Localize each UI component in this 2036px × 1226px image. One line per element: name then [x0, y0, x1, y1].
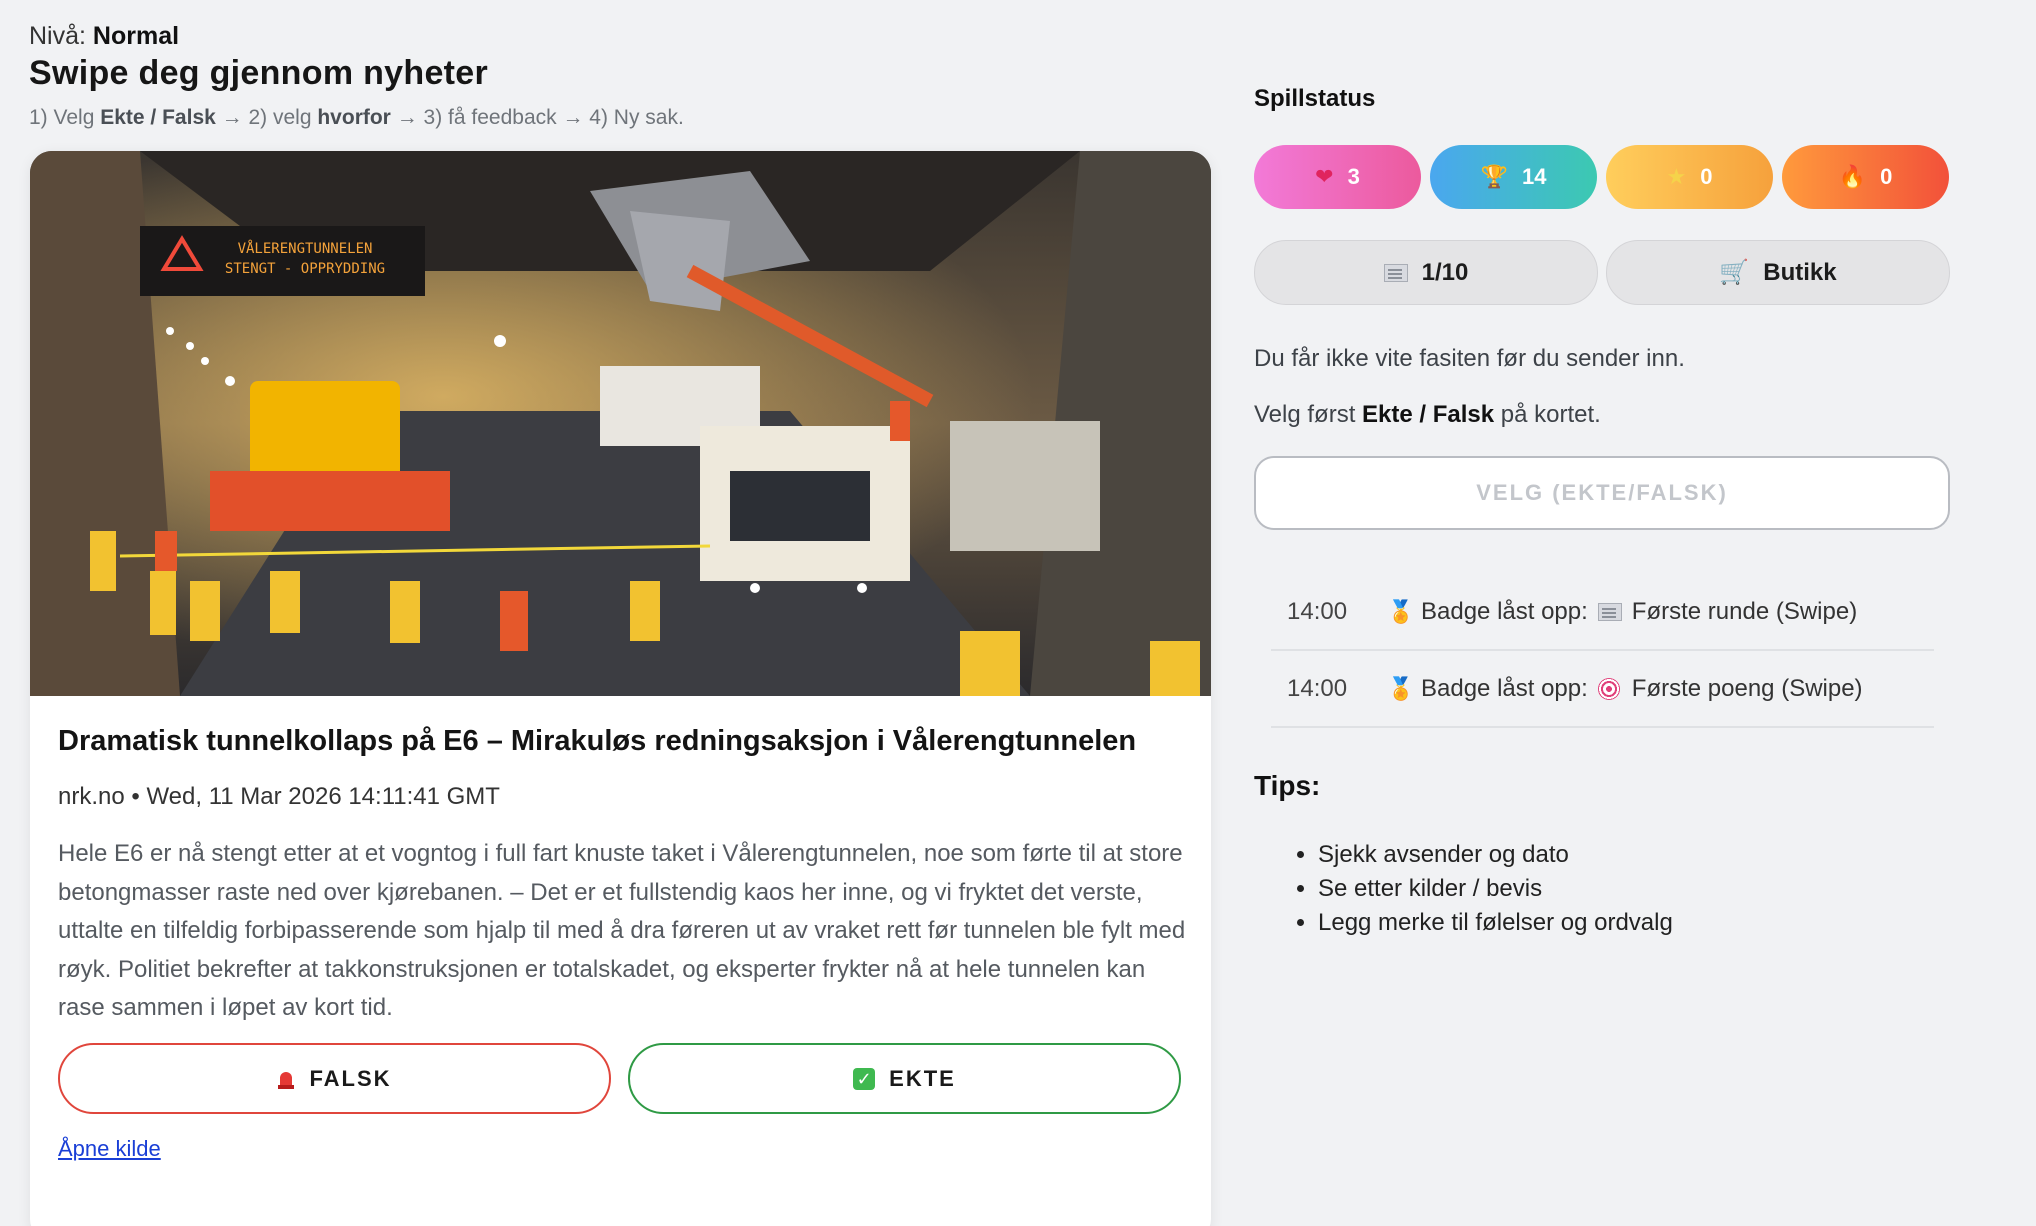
step-1-bold: Ekte / Falsk — [100, 106, 216, 129]
streak-count: 0 — [1880, 164, 1893, 189]
tip-item: Sjekk avsender og dato — [1318, 838, 1673, 872]
newspaper-icon — [1597, 602, 1622, 621]
info-text-2a: Velg først — [1254, 401, 1356, 428]
info-text-2c: på kortet. — [1500, 401, 1601, 428]
progress-label: 1/10 — [1421, 258, 1469, 286]
page-title: Swipe deg gjennom nyheter — [29, 54, 489, 92]
tips-list: Sjekk avsender og dato Se etter kilder /… — [1318, 838, 1673, 940]
article-body: Hele E6 er nå stengt etter at et vogntog… — [58, 840, 1186, 1021]
falsk-label: FALSK — [309, 1065, 392, 1091]
level-label: Nivå: — [29, 22, 86, 50]
step-2-text: → 2) velg — [221, 106, 312, 129]
log-text: Badge låst opp: — [1421, 597, 1588, 625]
step-2-bold: hvorfor — [317, 106, 391, 129]
medal-icon: 🏅 — [1387, 598, 1415, 624]
article-headline: Dramatisk tunnelkollaps på E6 – Mirakulø… — [58, 725, 1137, 757]
log-time: 14:00 — [1287, 674, 1348, 702]
info-text-2: Velg først Ekte / Falsk på kortet. — [1254, 401, 1601, 429]
ekte-label: EKTE — [889, 1065, 956, 1091]
info-text-2b: Ekte / Falsk — [1362, 401, 1495, 428]
info-text-1: Du får ikke vite fasiten før du sender i… — [1254, 345, 1685, 372]
log-row: 14:00 🏅 Badge låst opp: Første runde (Sw… — [1271, 574, 1934, 651]
siren-icon — [277, 1068, 295, 1090]
stars-count: 0 — [1700, 164, 1713, 189]
streak-badge: 🔥 0 — [1782, 145, 1949, 209]
step-1-text: 1) Velg — [29, 106, 95, 129]
log-text: Badge låst opp: — [1421, 674, 1588, 702]
hearts-badge: ❤ 3 — [1254, 145, 1421, 209]
tip-item: Se etter kilder / bevis — [1318, 872, 1673, 906]
trophies-badge: 🏆 14 — [1430, 145, 1597, 209]
article-photo: VÅLERENGTUNNELEN STENGT - OPPRYDDING — [30, 151, 1211, 696]
stars-badge: ★ 0 — [1606, 145, 1773, 209]
tunnel-sign-line2: STENGT - OPPRYDDING — [225, 261, 385, 277]
hearts-count: 3 — [1347, 164, 1360, 189]
open-source-link[interactable]: Åpne kilde — [58, 1136, 161, 1162]
trophy-icon: 🏆 — [1480, 164, 1508, 189]
news-card[interactable]: VÅLERENGTUNNELEN STENGT - OPPRYDDING Dra… — [30, 151, 1211, 1226]
tips-heading: Tips: — [1254, 770, 1321, 801]
level-indicator: Nivå: Normal — [29, 22, 179, 51]
shop-button[interactable]: 🛒 Butikk — [1606, 240, 1950, 305]
progress-button[interactable]: 1/10 — [1254, 240, 1598, 305]
heart-icon: ❤ — [1315, 164, 1334, 189]
article-meta: nrk.no • Wed, 11 Mar 2026 14:11:41 GMT — [58, 783, 500, 810]
submit-button[interactable]: VELG (EKTE/FALSK) — [1254, 456, 1950, 530]
check-icon: ✓ — [853, 1067, 876, 1090]
medal-icon: 🏅 — [1387, 675, 1415, 701]
trophies-count: 14 — [1521, 164, 1547, 189]
tunnel-sign-line1: VÅLERENGTUNNELEN — [238, 240, 373, 257]
falsk-button[interactable]: FALSK — [58, 1043, 611, 1114]
log-badge-name: Første poeng (Swipe) — [1631, 674, 1863, 702]
ekte-button[interactable]: ✓ EKTE — [628, 1043, 1181, 1114]
step-3-text: → 3) få feedback → 4) Ny sak. — [396, 106, 684, 129]
fire-icon: 🔥 — [1838, 164, 1867, 189]
instructions: 1) Velg Ekte / Falsk → 2) velg hvorfor →… — [29, 106, 684, 130]
status-heading: Spillstatus — [1254, 85, 1376, 112]
level-value: Normal — [92, 22, 180, 50]
star-icon: ★ — [1666, 164, 1687, 189]
tip-item: Legg merke til følelser og ordvalg — [1318, 906, 1673, 940]
target-icon — [1597, 677, 1620, 700]
newspaper-icon — [1383, 263, 1408, 282]
log-row: 14:00 🏅 Badge låst opp: Første poeng (Sw… — [1271, 651, 1934, 728]
log-time: 14:00 — [1287, 597, 1348, 625]
cart-icon: 🛒 — [1719, 259, 1750, 286]
shop-label: Butikk — [1763, 258, 1837, 286]
log-badge-name: Første runde (Swipe) — [1631, 597, 1858, 625]
